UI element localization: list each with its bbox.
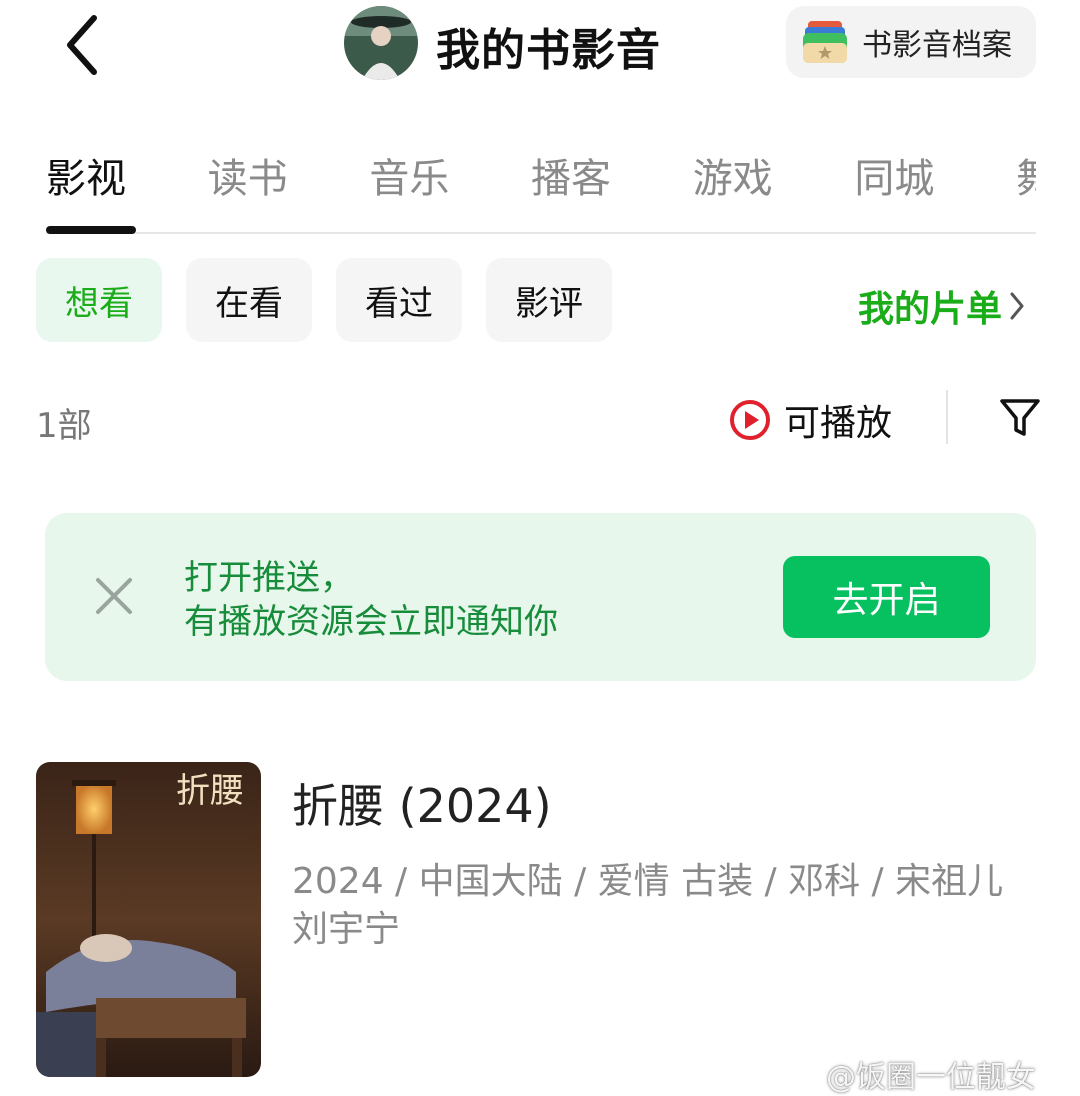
tab-books[interactable]: 读书 [208, 146, 370, 206]
banner-close-button[interactable] [92, 574, 136, 618]
tab-podcast[interactable]: 播客 [531, 146, 693, 206]
back-button[interactable] [58, 10, 118, 80]
tab-more[interactable]: 舞 [1016, 146, 1036, 206]
avatar[interactable] [344, 6, 418, 80]
filter-icon [1000, 399, 1040, 436]
chevron-left-icon [67, 15, 97, 75]
tabs-divider [46, 232, 1036, 234]
divider [946, 390, 948, 444]
movie-meta: 2024 / 中国大陆 / 爱情 古装 / 邓科 / 宋祖儿 刘宇宁 [292, 861, 1004, 950]
playable-label: 可播放 [784, 403, 893, 444]
archive-button[interactable]: 书影音档案 [786, 6, 1036, 78]
banner-line-2: 有播放资源会立即通知你 [184, 602, 558, 642]
watermark: @饭圈一位靓女 [826, 1052, 1036, 1096]
page-title: 我的书影音 [436, 25, 661, 76]
tab-local[interactable]: 同城 [854, 146, 1016, 206]
chip-reviews[interactable]: 影评 [486, 258, 612, 342]
movie-title[interactable]: 折腰 (2024) [292, 770, 552, 836]
enable-push-button[interactable]: 去开启 [783, 556, 990, 638]
close-icon [96, 578, 132, 614]
my-list-link[interactable]: 我的片单 [858, 280, 1026, 332]
archive-box-icon [803, 21, 847, 63]
my-list-label: 我的片单 [858, 289, 1003, 330]
avatar-image [344, 6, 418, 80]
svg-text:折腰: 折腰 [176, 771, 244, 811]
tab-video[interactable]: 影视 [46, 146, 208, 206]
movie-poster[interactable]: 折腰 [36, 762, 261, 1077]
play-circle-icon [730, 400, 770, 440]
chevron-right-icon [1010, 292, 1024, 320]
banner-message: 打开推送， 有播放资源会立即通知你 [184, 556, 558, 644]
tab-games[interactable]: 游戏 [693, 146, 855, 206]
tab-music[interactable]: 音乐 [369, 146, 531, 206]
category-tabs: 影视 读书 音乐 播客 游戏 同城 舞 [46, 146, 1036, 206]
item-count: 1部 [36, 406, 92, 446]
watermark-text: @饭圈一位靓女 [826, 1060, 1036, 1095]
poster-image: 折腰 [36, 762, 261, 1077]
filter-button[interactable] [998, 396, 1042, 440]
chip-watched[interactable]: 看过 [336, 258, 462, 342]
playable-toggle[interactable]: 可播放 [728, 394, 892, 446]
chip-want-to-watch[interactable]: 想看 [36, 258, 162, 342]
chip-watching[interactable]: 在看 [186, 258, 312, 342]
active-tab-indicator [46, 226, 136, 234]
banner-line-1: 打开推送， [184, 558, 354, 598]
archive-button-label: 书影音档案 [862, 28, 1012, 63]
